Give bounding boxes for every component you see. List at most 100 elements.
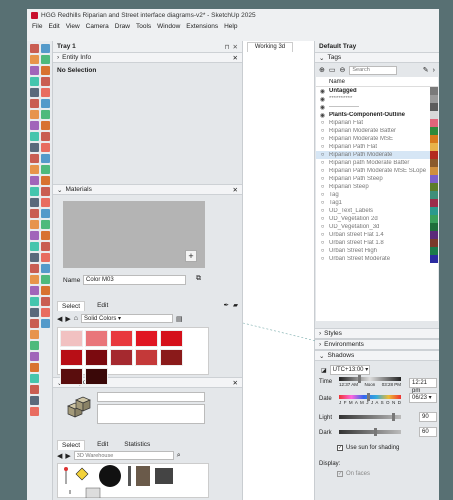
tool-icon[interactable] [41, 143, 50, 152]
tag-color-swatch[interactable] [430, 135, 438, 143]
tool-icon[interactable] [30, 187, 39, 196]
date-field[interactable]: 06/23 ▾ [409, 393, 437, 403]
tag-row[interactable]: ◉ ————— [316, 103, 438, 111]
material-swatch[interactable] [135, 349, 158, 366]
tool-icon[interactable] [30, 132, 39, 141]
tool-icon[interactable] [30, 77, 39, 86]
tool-icon[interactable] [30, 198, 39, 207]
environments-header[interactable]: › Environments [315, 339, 439, 350]
material-name-field[interactable]: Color M03 [83, 275, 186, 285]
tool-icon[interactable] [30, 308, 39, 317]
tab-statistics[interactable]: Statistics [120, 440, 154, 450]
tool-icon[interactable] [30, 143, 39, 152]
tool-icon[interactable] [30, 275, 39, 284]
tool-icon[interactable] [30, 407, 39, 416]
component-thumb[interactable] [136, 466, 150, 486]
tool-icon[interactable] [41, 231, 50, 240]
eye-closed-icon[interactable]: ○ [316, 144, 329, 150]
eye-closed-icon[interactable]: ○ [316, 128, 329, 134]
tool-icon[interactable] [41, 198, 50, 207]
material-swatch[interactable] [110, 349, 133, 366]
tool-icon[interactable] [30, 330, 39, 339]
component-thumb[interactable] [75, 467, 89, 481]
tool-icon[interactable] [30, 220, 39, 229]
tag-row[interactable]: ◉ Plants-Component-Outline [316, 111, 438, 119]
tool-icon[interactable] [41, 176, 50, 185]
menu-extensions[interactable]: Extensions [186, 23, 218, 30]
tag-row[interactable]: ○ Urban Street High [316, 247, 438, 255]
tool-icon[interactable] [41, 286, 50, 295]
tag-color-swatch[interactable] [430, 255, 438, 263]
eye-closed-icon[interactable]: ○ [316, 184, 329, 190]
styles-header[interactable]: › Styles [315, 328, 439, 339]
tool-icon[interactable] [41, 66, 50, 75]
details-icon[interactable]: › [433, 67, 435, 74]
eye-closed-icon[interactable]: ○ [316, 248, 329, 254]
tag-color-swatch[interactable] [430, 95, 438, 103]
tag-row[interactable]: ◉ Untagged [316, 87, 438, 95]
tool-icon[interactable] [30, 374, 39, 383]
library-dropdown[interactable]: Solid Colors ▾ [81, 314, 174, 323]
tab-select[interactable]: Select [57, 440, 86, 450]
tag-row[interactable]: ○ Tag1 [316, 199, 438, 207]
tool-icon[interactable] [41, 88, 50, 97]
tab-select[interactable]: Select [57, 301, 86, 311]
eye-icon[interactable]: ◉ [316, 88, 329, 95]
tag-row[interactable]: ○ Riparian Moderate MSE [316, 135, 438, 143]
tag-color-swatch[interactable] [430, 191, 438, 199]
dark-slider[interactable] [339, 428, 401, 436]
eye-closed-icon[interactable]: ○ [316, 200, 329, 206]
tool-icon[interactable] [30, 363, 39, 372]
tool-icon[interactable] [41, 264, 50, 273]
tool-icon[interactable] [41, 132, 50, 141]
tool-icon[interactable] [30, 165, 39, 174]
shadows-toggle-icon[interactable]: ◪ [321, 367, 327, 374]
create-material-icon[interactable]: + [185, 250, 197, 262]
time-slider-knob[interactable] [358, 375, 362, 383]
delete-tag-icon[interactable]: ⊖ [340, 66, 346, 74]
eyedropper-icon[interactable]: ✒ [224, 301, 229, 311]
close-icon[interactable]: ✕ [233, 379, 238, 387]
material-swatch[interactable] [85, 330, 108, 347]
tool-icon[interactable] [30, 176, 39, 185]
tool-icon[interactable] [30, 352, 39, 361]
tool-icon[interactable] [30, 154, 39, 163]
tag-color-swatch[interactable] [430, 239, 438, 247]
tag-row[interactable]: ○ Riparian path Moderate Batter [316, 159, 438, 167]
tag-row[interactable]: ○ UD_Text_Labels [316, 207, 438, 215]
material-swatch[interactable] [110, 330, 133, 347]
tag-row[interactable]: ○ Riparian Path Steep [316, 175, 438, 183]
components-search-input[interactable] [73, 451, 174, 460]
back-icon[interactable]: ◀ [57, 452, 62, 460]
pin-icon[interactable]: ⊓ [224, 43, 229, 51]
dark-slider-knob[interactable] [374, 428, 378, 436]
menu-camera[interactable]: Camera [86, 23, 109, 30]
menu-draw[interactable]: Draw [115, 23, 130, 30]
material-swatch[interactable] [60, 368, 83, 385]
menu-file[interactable]: File [32, 23, 42, 30]
material-swatch[interactable] [160, 349, 183, 366]
tool-icon[interactable] [30, 242, 39, 251]
tool-icon[interactable] [30, 253, 39, 262]
time-field[interactable]: 12:21 pm [409, 378, 437, 394]
tool-icon[interactable] [41, 110, 50, 119]
paint-bucket-icon[interactable]: ▰ [233, 301, 238, 311]
search-icon[interactable]: ⌕ [177, 452, 181, 460]
tool-icon[interactable] [30, 231, 39, 240]
add-tag-icon[interactable]: ⊕ [319, 66, 325, 74]
tool-icon[interactable] [30, 297, 39, 306]
tool-icon[interactable] [30, 55, 39, 64]
component-thumb[interactable] [64, 467, 68, 471]
forward-icon[interactable]: ▶ [65, 315, 70, 323]
eye-icon[interactable]: ◉ [316, 112, 329, 119]
tool-icon[interactable] [30, 88, 39, 97]
tag-row[interactable]: ○ Riparian Path Flat [316, 143, 438, 151]
tool-icon[interactable] [30, 385, 39, 394]
tool-icon[interactable] [41, 44, 50, 53]
tool-icon[interactable] [30, 121, 39, 130]
tool-icon[interactable] [41, 209, 50, 218]
eye-closed-icon[interactable]: ○ [316, 224, 329, 230]
on-faces-checkbox[interactable]: ✓ [337, 471, 343, 477]
light-slider-knob[interactable] [392, 413, 396, 421]
material-swatch[interactable] [160, 330, 183, 347]
